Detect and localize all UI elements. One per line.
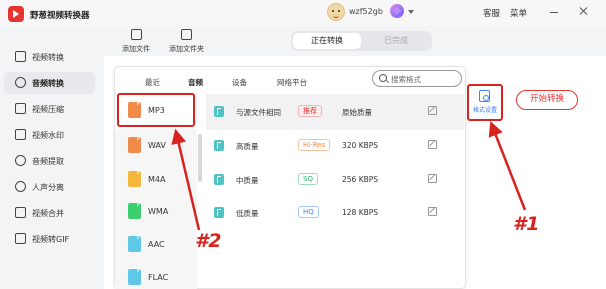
quality-name: 中质量 [236, 176, 259, 185]
quality-row-original[interactable]: 与源文件相同 推荐 原始质量 [206, 94, 464, 130]
quality-name: 高质量 [236, 142, 259, 151]
tab-audio[interactable]: 音频 [188, 77, 203, 88]
sidebar-item-label: 视频水印 [32, 131, 64, 140]
start-convert-button[interactable]: 开始转换 [516, 90, 578, 110]
tab-device[interactable]: 设备 [232, 77, 247, 88]
vip-badge-icon[interactable] [390, 4, 404, 18]
edit-icon[interactable] [428, 207, 437, 216]
quality-bitrate: 128 KBPS [342, 208, 379, 217]
sidebar-item-label: 音频提取 [32, 157, 64, 166]
sidebar-item-audio-convert[interactable]: 音频转换 [4, 72, 95, 94]
search-icon [379, 74, 387, 82]
video-convert-icon [15, 51, 26, 62]
format-item-aac[interactable]: AAC [115, 227, 195, 263]
add-folder-label: 添加文件夹 [169, 45, 204, 53]
sidebar-item-merge[interactable]: 视频合并 [4, 202, 95, 224]
voice-separate-icon [15, 181, 26, 192]
search-input[interactable]: 搜索格式 [372, 70, 462, 87]
search-placeholder: 搜索格式 [391, 75, 421, 84]
audio-convert-icon [15, 77, 26, 88]
compress-icon [15, 103, 26, 114]
sidebar-item-label: 音频转换 [32, 79, 64, 88]
title-bar: 野葱视频转换器 wzf52gb 客服 菜单 [0, 0, 606, 26]
watermark-icon [15, 129, 26, 140]
sidebar-item-voice-separate[interactable]: 人声分离 [4, 176, 95, 198]
wma-file-icon [128, 203, 141, 219]
music-note-icon [214, 174, 224, 185]
annotation-label-two: #2 [195, 230, 222, 252]
sidebar-item-compress[interactable]: 视频压缩 [4, 98, 95, 120]
sidebar-item-video-convert[interactable]: 视频转换 [4, 46, 95, 68]
status-tabs: 正在转换 已完成 [291, 31, 432, 51]
music-note-icon [214, 140, 224, 151]
quality-bitrate: 320 KBPS [342, 141, 379, 150]
tab-converting[interactable]: 正在转换 [293, 33, 361, 49]
format-label: FLAC [148, 273, 169, 282]
support-link[interactable]: 客服 [483, 7, 500, 19]
sidebar-item-audio-extract[interactable]: 音频提取 [4, 150, 95, 172]
format-list-scrollbar[interactable] [198, 134, 202, 182]
tab-recent[interactable]: 最近 [145, 77, 160, 88]
m4a-file-icon [128, 171, 141, 187]
quality-bitrate: 256 KBPS [342, 175, 379, 184]
status-badge: SQ [298, 173, 318, 185]
annotation-label-one: #1 [513, 213, 540, 235]
add-file-button[interactable]: 添加文件 [122, 29, 150, 54]
format-item-m4a[interactable]: M4A [115, 162, 195, 198]
format-item-flac[interactable]: FLAC [115, 260, 195, 289]
format-label: AAC [148, 240, 165, 249]
format-label: M4A [148, 175, 166, 184]
avatar[interactable] [327, 3, 345, 21]
app-name: 野葱视频转换器 [30, 11, 90, 21]
add-folder-button[interactable]: 添加文件夹 [169, 29, 204, 54]
tab-completed[interactable]: 已完成 [362, 33, 430, 49]
add-file-label: 添加文件 [122, 45, 150, 53]
quality-name: 与源文件相同 [236, 108, 281, 117]
close-icon[interactable] [578, 5, 590, 17]
aac-file-icon [128, 236, 141, 252]
play-icon [13, 10, 19, 18]
sidebar-item-label: 视频转换 [32, 53, 64, 62]
sidebar-item-label: 人声分离 [32, 183, 64, 192]
sidebar-item-watermark[interactable]: 视频水印 [4, 124, 95, 146]
quality-row-medium[interactable]: 中质量 SQ 256 KBPS [206, 162, 464, 198]
quality-bitrate: 原始质量 [342, 108, 372, 117]
edit-icon[interactable] [428, 106, 437, 115]
music-note-icon [214, 106, 224, 117]
menu-link[interactable]: 菜单 [510, 7, 527, 19]
gif-icon [15, 233, 26, 244]
status-badge: 推荐 [298, 105, 322, 117]
merge-icon [15, 207, 26, 218]
flac-file-icon [128, 269, 141, 285]
add-folder-icon [181, 29, 192, 40]
quality-row-low[interactable]: 低质量 HQ 128 KBPS [206, 195, 464, 231]
wav-file-icon [128, 137, 141, 153]
music-note-icon [214, 207, 224, 218]
highlight-box-mp3 [117, 93, 195, 127]
audio-extract-icon [15, 155, 26, 166]
minimize-icon[interactable] [548, 5, 560, 17]
sidebar-item-gif[interactable]: 视频转GIF [4, 228, 95, 250]
edit-icon[interactable] [428, 140, 437, 149]
format-label: WMA [148, 207, 169, 216]
highlight-box-format-settings [467, 84, 503, 121]
chevron-down-icon[interactable] [408, 10, 414, 14]
status-badge: Hi-Res [298, 139, 331, 151]
username[interactable]: wzf52gb [349, 7, 383, 16]
edit-icon[interactable] [428, 174, 437, 183]
tab-platform[interactable]: 网络平台 [277, 77, 307, 88]
status-badge: HQ [298, 206, 319, 218]
format-item-wma[interactable]: WMA [115, 194, 195, 230]
add-file-icon [130, 29, 142, 40]
sidebar-item-label: 视频合并 [32, 209, 64, 218]
sidebar-item-label: 视频转GIF [32, 235, 70, 244]
quality-name: 低质量 [236, 209, 259, 218]
sidebar-item-label: 视频压缩 [32, 105, 64, 114]
quality-row-high[interactable]: 高质量 Hi-Res 320 KBPS [206, 128, 464, 164]
format-item-wav[interactable]: WAV [115, 128, 195, 164]
format-label: WAV [148, 141, 166, 150]
